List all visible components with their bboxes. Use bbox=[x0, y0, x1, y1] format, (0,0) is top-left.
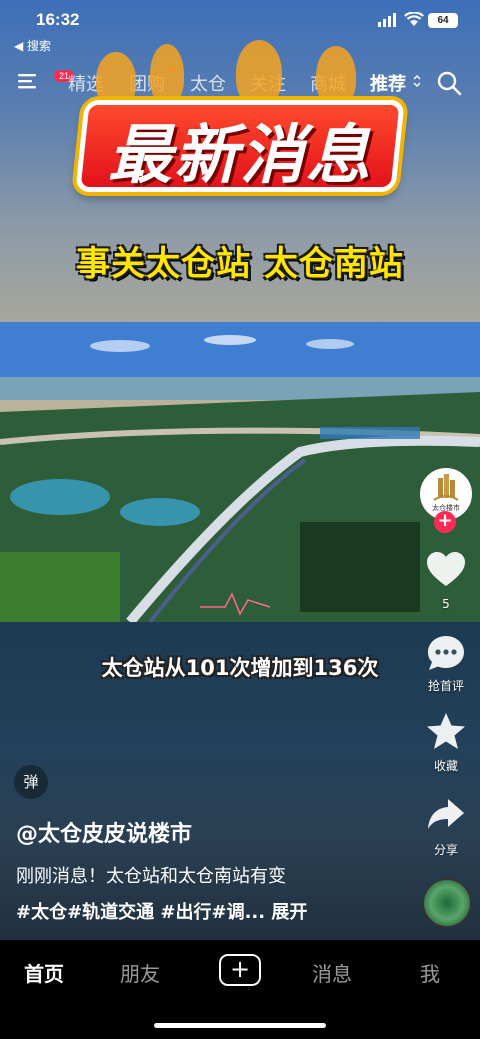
flame-decoration bbox=[236, 40, 282, 106]
tab-friends[interactable]: 朋友 bbox=[120, 958, 160, 987]
subheadline-text: 事关太仓站 太仓南站 bbox=[76, 244, 404, 284]
menu-button[interactable]: 21 bbox=[18, 70, 75, 92]
building-logo-icon bbox=[433, 474, 459, 501]
video-aerial-photo bbox=[0, 322, 480, 622]
home-indicator bbox=[154, 1023, 326, 1028]
create-button[interactable]: + bbox=[219, 954, 261, 986]
flame-decoration bbox=[150, 44, 184, 104]
share-button[interactable] bbox=[424, 793, 468, 837]
favorite-label: 收藏 bbox=[433, 759, 458, 773]
comment-label: 抢首评 bbox=[427, 679, 464, 693]
comment-icon bbox=[428, 636, 464, 670]
video-hashtags[interactable]: #太仓#轨道交通 #出行#调... 展开 bbox=[16, 898, 307, 924]
music-disc[interactable] bbox=[422, 878, 472, 928]
share-label: 分享 bbox=[433, 843, 458, 857]
menu-icon bbox=[18, 74, 36, 89]
wifi-icon bbox=[404, 12, 424, 26]
tab-switch-icon bbox=[413, 75, 421, 87]
battery-indicator: 64 bbox=[428, 13, 458, 28]
tab-recommend[interactable]: 推荐 bbox=[370, 70, 406, 96]
heart-icon bbox=[427, 552, 465, 586]
headline-text: 最新消息 bbox=[108, 119, 372, 193]
video-description: 刚刚消息！太仓站和太仓南站有变 bbox=[16, 866, 286, 887]
back-to-search-link[interactable]: ◀ 搜索 bbox=[14, 37, 51, 54]
video-caption: 太仓站从101次增加到136次 bbox=[101, 656, 379, 680]
tab-messages[interactable]: 消息 bbox=[312, 958, 352, 987]
favorite-button[interactable] bbox=[424, 710, 468, 754]
flame-decoration bbox=[316, 46, 356, 106]
follow-button[interactable]: + bbox=[434, 511, 456, 533]
status-time: 16:32 bbox=[36, 10, 80, 29]
author-name[interactable]: @太仓皮皮说楼市 bbox=[16, 816, 192, 848]
status-bar: 16:32 64 bbox=[0, 0, 480, 36]
aerial-landscape-image bbox=[0, 322, 480, 622]
share-icon bbox=[428, 799, 464, 829]
comment-button[interactable] bbox=[424, 632, 468, 676]
like-count: 5 bbox=[442, 597, 450, 611]
tab-me[interactable]: 我 bbox=[420, 958, 440, 987]
signal-icon bbox=[378, 13, 396, 27]
search-icon bbox=[437, 71, 462, 96]
tab-home[interactable]: 首页 bbox=[24, 958, 64, 987]
star-icon bbox=[427, 713, 465, 749]
search-button[interactable] bbox=[436, 70, 462, 96]
danmaku-toggle-button[interactable]: 弹 bbox=[14, 765, 48, 799]
like-button[interactable] bbox=[424, 548, 468, 592]
tab-taicang[interactable]: 太仓 bbox=[190, 70, 226, 96]
